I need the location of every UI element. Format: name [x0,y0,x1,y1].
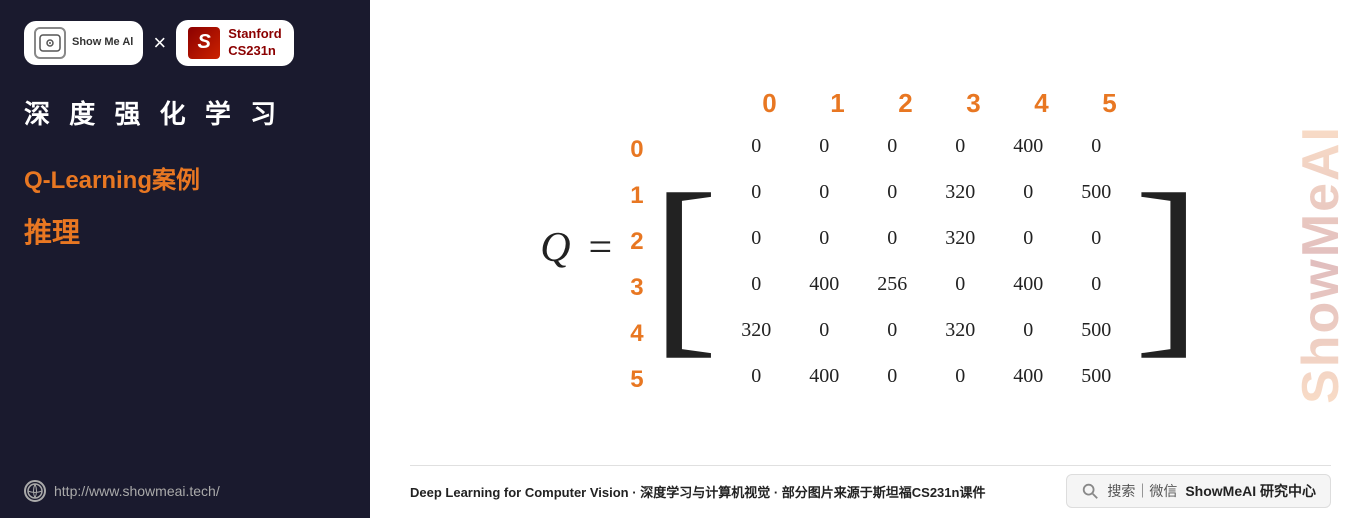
matrix-row: 040000400500 [722,353,1130,399]
matrix-cell: 400 [790,353,858,399]
matrix-cell: 0 [994,307,1062,353]
matrix-cell: 0 [858,307,926,353]
url-icon [24,480,46,502]
matrix-cell: 0 [994,215,1062,261]
matrix-cell: 0 [790,307,858,353]
q-equation: Q = 0 1 2 3 4 5 0 1 2 [540,88,1201,407]
stanford-logo-box: S Stanford CS231n [176,20,293,66]
row-header-2: 2 [630,219,643,265]
matrix-cell: 0 [1062,123,1130,169]
sidebar-section: 推理 [24,211,346,251]
col-header-0: 0 [736,88,804,119]
footer-search-brand: ShowMeAI 研究中心 [1185,481,1316,501]
matrix-cell: 400 [994,261,1062,307]
row-header-0: 0 [630,127,643,173]
matrix-area: Q = 0 1 2 3 4 5 0 1 2 [410,20,1331,465]
footer-search-prefix: 搜索｜微信 [1107,481,1177,501]
matrix-cell: 320 [926,215,994,261]
stanford-text: Stanford CS231n [228,26,281,60]
matrix-body: 0 1 2 3 4 5 [ 00004000000320050000032000… [630,123,1201,407]
logo-bar: Show Me Al × S Stanford CS231n [24,20,346,66]
matrix-grid: 0000400000032005000003200004002560400032… [722,123,1130,407]
matrix-row: 00032000 [722,215,1130,261]
matrix-cell: 0 [790,215,858,261]
matrix-cell: 400 [790,261,858,307]
matrix-cell: 0 [858,169,926,215]
col-header-2: 2 [872,88,940,119]
matrix-cell: 0 [722,215,790,261]
matrix-cell: 500 [1062,353,1130,399]
matrix-cell: 320 [926,169,994,215]
showmeai-text: Show Me Al [72,36,133,49]
row-headers: 0 1 2 3 4 5 [630,123,651,407]
matrix-bracket-container: [ 00004000000320050000032000040025604000… [652,123,1201,407]
matrix-row: 040025604000 [722,261,1130,307]
sidebar: Show Me Al × S Stanford CS231n 深 度 强 化 学… [0,0,370,518]
matrix-cell: 400 [994,123,1062,169]
matrix-row: 0003200500 [722,169,1130,215]
matrix-cell: 0 [926,353,994,399]
url-text: http://www.showmeai.tech/ [54,483,220,499]
footer-plain-text: Deep Learning for Computer Vision · [410,485,640,500]
footer: Deep Learning for Computer Vision · 深度学习… [410,465,1331,518]
matrix-cell: 0 [1062,261,1130,307]
footer-suffix-text: · 部分图片来源于斯坦福CS231n课件 [770,485,985,500]
matrix-cell: 0 [858,353,926,399]
col-header-5: 5 [1076,88,1144,119]
footer-caption: Deep Learning for Computer Vision · 深度学习… [410,482,985,501]
matrix-cell: 320 [926,307,994,353]
matrix-cell: 0 [722,353,790,399]
matrix-cell: 320 [722,307,790,353]
main-content: ShowMeAI Q = 0 1 2 3 4 5 [370,0,1361,518]
equals-sign: = [589,224,613,272]
matrix-cell: 500 [1062,307,1130,353]
q-label: Q [540,224,570,272]
times-icon: × [153,30,166,56]
col-headers: 0 1 2 3 4 5 [688,88,1144,119]
sidebar-subtitle: Q-Learning案例 [24,160,346,195]
matrix-cell: 0 [858,123,926,169]
sidebar-title: 深 度 强 化 学 习 [24,96,346,132]
footer-bold-text: 深度学习与计算机视觉 [640,485,770,500]
col-header-4: 4 [1008,88,1076,119]
bracket-right-icon: ] [1134,123,1201,407]
matrix-cell: 400 [994,353,1062,399]
matrix-cell: 0 [926,123,994,169]
matrix-cell: 0 [858,215,926,261]
matrix-cell: 500 [1062,169,1130,215]
row-header-3: 3 [630,265,643,311]
matrix-cell: 0 [994,169,1062,215]
matrix-cell: 0 [1062,215,1130,261]
matrix-wrapper: 0 1 2 3 4 5 0 1 2 3 4 5 [630,88,1201,407]
matrix-cell: 0 [790,123,858,169]
matrix-cell: 0 [722,169,790,215]
matrix-cell: 0 [722,123,790,169]
search-icon [1081,482,1099,500]
col-header-1: 1 [804,88,872,119]
stanford-s-icon: S [188,27,220,59]
matrix-cell: 0 [926,261,994,307]
showmeai-logo-box: Show Me Al [24,21,143,65]
matrix-cell: 0 [790,169,858,215]
matrix-row: 00004000 [722,123,1130,169]
matrix-row: 320003200500 [722,307,1130,353]
row-header-4: 4 [630,311,643,357]
row-header-1: 1 [630,173,643,219]
bracket-left-icon: [ [652,123,719,407]
footer-search-box[interactable]: 搜索｜微信 ShowMeAI 研究中心 [1066,474,1331,508]
row-header-5: 5 [630,357,643,403]
matrix-cell: 0 [722,261,790,307]
col-header-3: 3 [940,88,1008,119]
matrix-cell: 256 [858,261,926,307]
showmeai-icon [34,27,66,59]
sidebar-url: http://www.showmeai.tech/ [24,464,346,502]
